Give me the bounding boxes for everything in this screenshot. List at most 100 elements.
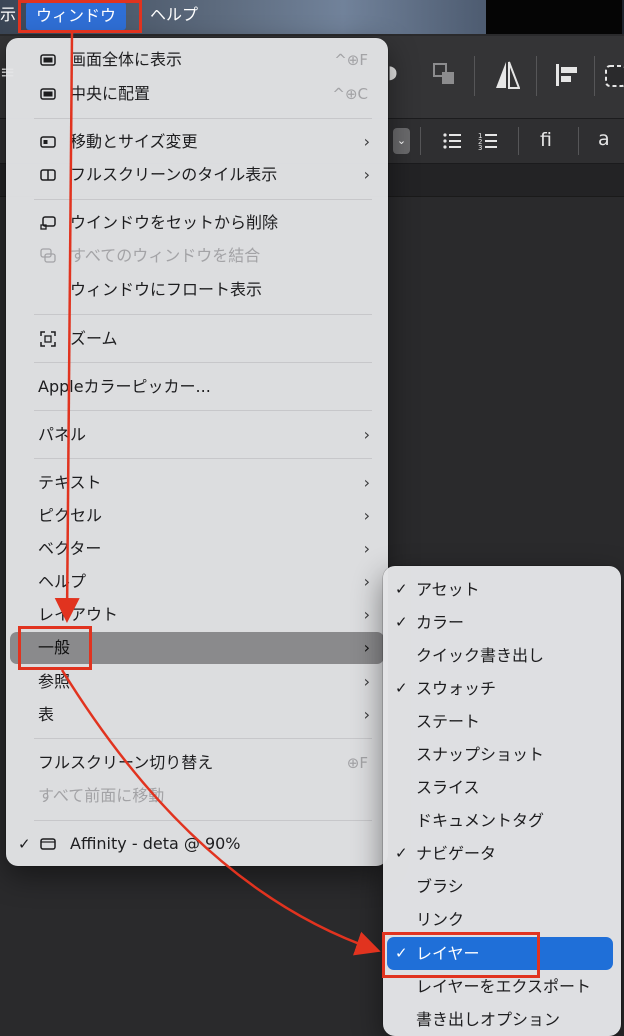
shortcut-label: ⊕F (346, 754, 368, 772)
submenu-item-label: ドキュメントタグ (416, 811, 545, 830)
submenu-item-label: ブラシ (416, 877, 464, 896)
font-button[interactable]: a (598, 130, 610, 149)
menu-item-label: 移動とサイズ変更 (70, 132, 198, 151)
submenu-item-label: ステート (416, 712, 481, 731)
arrange-icon[interactable] (432, 62, 458, 88)
menu-item-move-resize[interactable]: 移動とサイズ変更 › (10, 126, 384, 158)
numbered-list-icon[interactable]: 1 2 3 (478, 131, 498, 151)
checkmark-icon: ✓ (18, 835, 31, 853)
menu-item-remove-from-set[interactable]: ウインドウをセットから削除 (10, 207, 384, 239)
menu-item-label: 参照 (38, 672, 71, 691)
flip-icon[interactable] (494, 60, 520, 90)
annotation-box-window-menu (18, 0, 142, 33)
menu-item-table[interactable]: 表 › (10, 699, 384, 731)
menu-item-label: ズーム (70, 329, 118, 348)
menu-item-pixel[interactable]: ピクセル › (10, 500, 384, 532)
annotation-box-layers (382, 932, 540, 978)
menubar-item-display-fragment[interactable]: 示 (0, 0, 16, 30)
transform-icon[interactable] (604, 60, 624, 90)
bullet-list-icon[interactable] (442, 131, 462, 151)
menu-item-panels[interactable]: パネル › (10, 419, 384, 451)
submenu-item-swatches[interactable]: ✓ スウォッチ (387, 672, 613, 705)
menu-item-document-window[interactable]: ✓ Affinity - deta @ 90% (10, 828, 384, 860)
menu-item-label: ピクセル (38, 506, 103, 525)
shortcut-label: ^⊕F (334, 51, 368, 69)
submenu-item-quick-export[interactable]: クイック書き出し (387, 639, 613, 672)
menu-item-vector[interactable]: ベクター › (10, 533, 384, 565)
ligature-button[interactable]: fi (540, 131, 552, 150)
chevron-right-icon: › (363, 473, 370, 492)
menu-item-label: フルスクリーン切り替え (38, 753, 214, 772)
submenu-item-label: カラー (416, 613, 465, 632)
menu-separator (34, 199, 372, 200)
menu-item-zoom[interactable]: ズーム (10, 323, 384, 355)
menu-item-label: ベクター (38, 539, 102, 558)
remove-window-icon (40, 216, 56, 230)
submenu-item-states[interactable]: ステート (387, 705, 613, 738)
toolbar-separator (518, 127, 519, 155)
toolbar-separator (536, 56, 537, 96)
menu-separator (34, 458, 372, 459)
menu-item-float-window[interactable]: ウィンドウにフロート表示 (10, 274, 384, 306)
checkmark-icon: ✓ (395, 613, 408, 631)
chevron-right-icon: › (363, 705, 370, 724)
align-left-icon[interactable] (554, 62, 580, 88)
toolbar-separator (420, 127, 421, 155)
submenu-item-slices[interactable]: スライス (387, 771, 613, 804)
submenu-item-label: アセット (416, 580, 480, 599)
menu-separator (34, 738, 372, 739)
submenu-item-export-options[interactable]: 書き出しオプション (387, 1003, 613, 1036)
menu-item-text[interactable]: テキスト › (10, 467, 384, 499)
menu-item-fullscreen-tile[interactable]: フルスクリーンのタイル表示 › (10, 159, 384, 191)
toolbar-separator (474, 56, 475, 96)
submenu-item-brushes[interactable]: ブラシ (387, 870, 613, 903)
submenu-item-navigator[interactable]: ✓ ナビゲータ (387, 837, 613, 870)
checkmark-icon: ✓ (395, 580, 408, 598)
submenu-item-snapshots[interactable]: スナップショット (387, 738, 613, 771)
menu-item-label: 中央に配置 (70, 84, 151, 103)
submenu-item-assets[interactable]: ✓ アセット (387, 573, 613, 606)
chevron-right-icon: › (363, 539, 370, 558)
submenu-item-label: ナビゲータ (416, 844, 497, 863)
submenu-item-label: スナップショット (416, 745, 545, 764)
menu-item-bring-all-to-front[interactable]: すべて前面に移動 (10, 780, 384, 812)
submenu-item-document-tags[interactable]: ドキュメントタグ (387, 804, 613, 837)
center-window-icon (40, 88, 56, 100)
chevron-right-icon: › (363, 132, 370, 151)
dropdown-chevron-icon[interactable]: ⌄ (393, 128, 410, 154)
submenu-item-color[interactable]: ✓ カラー (387, 606, 613, 639)
menu-item-toggle-fullscreen[interactable]: フルスクリーン切り替え ⊕F (10, 747, 384, 779)
chevron-right-icon: › (363, 672, 370, 691)
chevron-right-icon: › (363, 638, 370, 657)
submenu-item-label: クイック書き出し (416, 646, 545, 665)
menu-item-label: パネル (38, 425, 87, 444)
menu-item-label: テキスト (38, 473, 102, 492)
menu-separator (34, 362, 372, 363)
toolbar-partial-icon[interactable]: ◗ (388, 64, 397, 82)
menubar-item-help[interactable]: ヘルプ (150, 0, 198, 30)
menu-item-help[interactable]: ヘルプ › (10, 566, 384, 598)
fullscreen-window-icon (40, 54, 56, 66)
chevron-right-icon: › (363, 605, 370, 624)
chevron-right-icon: › (363, 425, 370, 444)
menu-item-apple-color-picker[interactable]: Appleカラーピッカー... (10, 371, 384, 403)
menu-separator (34, 820, 372, 821)
menu-item-fullscreen-display[interactable]: 画面全体に表示 ^⊕F (10, 44, 384, 76)
merge-windows-icon (40, 248, 56, 263)
menu-item-label: すべてのウィンドウを結合 (70, 246, 261, 265)
menu-item-reference[interactable]: 参照 › (10, 666, 384, 698)
shortcut-label: ^⊕C (332, 85, 368, 103)
submenu-item-label: スウォッチ (416, 679, 497, 698)
toolbar-separator (578, 127, 579, 155)
window-menu: 画面全体に表示 ^⊕F 中央に配置 ^⊕C 移動とサイズ変更 › フルスクリーン… (6, 38, 388, 866)
menu-separator (34, 410, 372, 411)
menu-item-merge-windows[interactable]: すべてのウィンドウを結合 (10, 240, 384, 272)
svg-text:3: 3 (478, 144, 482, 151)
zoom-icon (40, 331, 56, 347)
chevron-right-icon: › (363, 506, 370, 525)
document-window-icon (40, 838, 56, 850)
menu-item-center[interactable]: 中央に配置 ^⊕C (10, 78, 384, 110)
menu-item-label: ウィンドウにフロート表示 (70, 280, 263, 299)
menubar-status-area (486, 0, 622, 34)
submenu-item-label: スライス (416, 778, 480, 797)
